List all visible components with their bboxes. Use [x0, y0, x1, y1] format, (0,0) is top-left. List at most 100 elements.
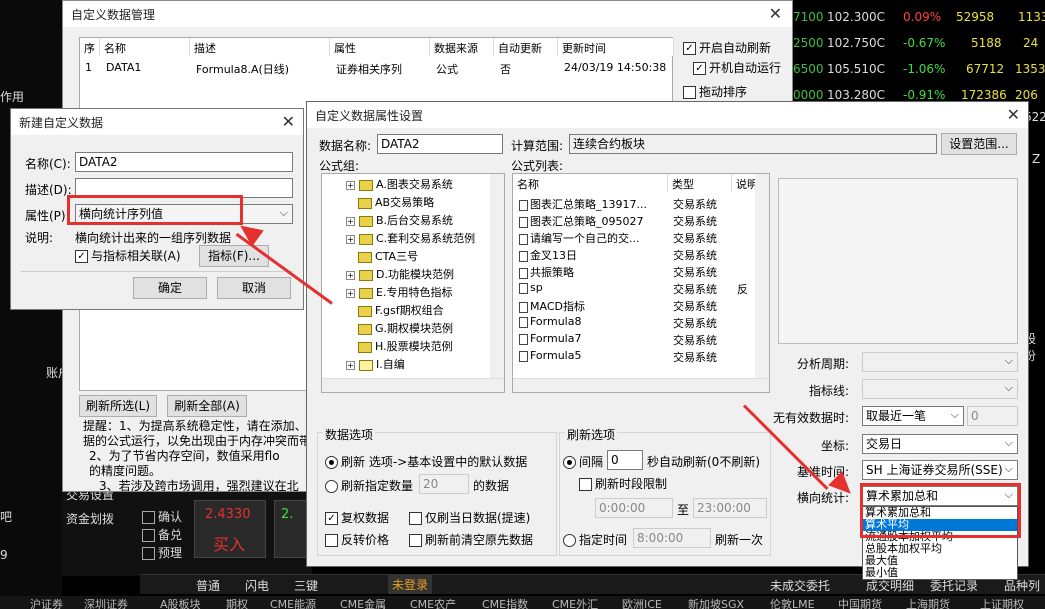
drag-sort-checkbox[interactable]: 拖动排序	[683, 83, 747, 100]
time-from-input[interactable]: 0:00:00	[595, 498, 673, 518]
trade-menu-pre[interactable]: 预理	[142, 544, 182, 561]
market-tab[interactable]: CME农产	[410, 596, 456, 609]
market-tab[interactable]: 沪证券	[30, 596, 63, 609]
list-hscrollbar[interactable]	[513, 378, 769, 392]
tree-item[interactable]: H.股票模块范例	[358, 338, 453, 356]
auto-refresh-checkbox[interactable]: ✓ 开启自动刷新	[683, 39, 771, 56]
auto-run-checkbox[interactable]: ✓ 开机自动运行	[693, 59, 781, 76]
market-tab[interactable]: 深圳证券	[84, 596, 128, 609]
formula-list-row[interactable]: Formula7 交易系统	[513, 330, 757, 347]
close-icon[interactable]: ✕	[282, 112, 295, 131]
period-select[interactable]	[862, 352, 1018, 372]
close-icon[interactable]: ✕	[769, 4, 782, 23]
buy-price-box[interactable]: 2.4330 买入	[194, 500, 266, 558]
col-header-time[interactable]: 更新时间	[558, 38, 674, 56]
close-icon[interactable]: ✕	[1007, 105, 1020, 124]
trade-menu-confirm[interactable]: 确认	[142, 508, 182, 525]
market-tab[interactable]: A股板块	[160, 596, 201, 609]
market-tab[interactable]: CME金属	[340, 596, 386, 609]
login-status[interactable]: 未登录	[388, 575, 433, 594]
market-tab[interactable]: CME指数	[482, 596, 528, 609]
col-header-source[interactable]: 数据来源	[430, 38, 494, 56]
index-line-select[interactable]	[862, 379, 1018, 399]
refresh-selected-button[interactable]: 刷新所选(L)	[79, 395, 157, 417]
fixed-time-input[interactable]: 8:00:00	[633, 528, 711, 548]
fixed-time-radio[interactable]: 指定时间	[563, 531, 627, 548]
reverse-price-checkbox[interactable]: 反转价格	[325, 531, 389, 548]
market-tab[interactable]: CME外汇	[552, 596, 598, 609]
link-index-checkbox[interactable]: ✓ 与指标相关联(A)	[75, 247, 181, 264]
no-valid-select[interactable]: 取最近一笔	[862, 406, 964, 426]
data-name-input[interactable]: DATA2	[377, 134, 503, 154]
list-header-name[interactable]: 名称	[513, 174, 668, 192]
tab-pending-orders[interactable]: 未成交委托	[770, 577, 830, 594]
market-tab[interactable]: 欧洲ICE	[622, 596, 662, 609]
list-vscrollbar[interactable]	[755, 174, 769, 378]
clear-before-checkbox[interactable]: 刷新前清空原先数据	[409, 531, 533, 548]
adjusted-data-checkbox[interactable]: ✓ 复权数据	[325, 509, 389, 526]
col-header-index[interactable]: 序	[80, 38, 100, 56]
trade-menu-cover[interactable]: 备兑	[142, 526, 182, 543]
current-day-checkbox[interactable]: 仅刷当日数据(提速)	[409, 509, 530, 526]
tree-item[interactable]: AB交易策略	[358, 194, 434, 212]
tree-item[interactable]: + B.后台交易系统	[346, 212, 453, 230]
fund-transfer-label[interactable]: 资金划拨	[66, 510, 114, 527]
quote-row[interactable]: 7100 102.300C 0.09% 52958 1133	[793, 10, 1045, 28]
time-to-input[interactable]: 23:00:00	[693, 498, 767, 518]
formula-list-row[interactable]: 共振策略 交易系统	[513, 262, 757, 279]
base-time-select[interactable]: SH 上海证券交易所(SSE)	[862, 460, 1018, 480]
formula-list-row[interactable]: sp 交易系统 反	[513, 279, 757, 296]
table-row[interactable]: 1 DATA1 Formula8.A(日线) 证券相关序列 公式 否 24/03…	[80, 58, 674, 76]
formula-list-row[interactable]: Formula5 交易系统	[513, 347, 757, 364]
market-tab[interactable]: CME能源	[270, 596, 316, 609]
data-name-label: 数据名称:	[319, 139, 372, 153]
stat-option[interactable]: 最小值	[863, 567, 1017, 579]
tree-item[interactable]: CTA三号	[358, 248, 418, 266]
tab-three-key[interactable]: 三键	[294, 577, 318, 594]
formula-list-row[interactable]: MACD指标 交易系统	[513, 296, 757, 313]
col-header-name[interactable]: 名称	[100, 38, 190, 56]
formula-list-row[interactable]: 图表汇总策略_095027 交易系统	[513, 211, 757, 228]
interval-radio[interactable]: 间隔	[563, 453, 603, 470]
tree-item[interactable]: + C.套利交易系统范例	[346, 230, 475, 248]
axis-select[interactable]: 交易日	[862, 434, 1018, 454]
quote-row[interactable]: 6500 105.510C -1.06% 67712 1353	[793, 62, 1045, 80]
tree-item[interactable]: G.期权模块范例	[358, 320, 453, 338]
refresh-count-input[interactable]: 20	[419, 474, 469, 494]
interval-input[interactable]: 0	[607, 450, 643, 470]
market-tab[interactable]: 上证期权	[980, 596, 1024, 609]
tree-hscrollbar[interactable]	[322, 378, 504, 392]
tab-flash[interactable]: 闪电	[245, 577, 269, 594]
col-header-desc[interactable]: 描述	[190, 38, 330, 56]
market-tab[interactable]: 伦敦LME	[770, 596, 815, 609]
formula-list-row[interactable]: 图表汇总策略_13917... 交易系统	[513, 194, 757, 211]
refresh-count-radio[interactable]: 刷新指定数量	[325, 477, 413, 494]
cancel-button[interactable]: 取消	[217, 277, 291, 299]
market-tab[interactable]: 上海期货	[906, 596, 950, 609]
time-to-label: 至	[677, 503, 690, 517]
market-tab[interactable]: 中国期货	[838, 596, 882, 609]
market-tab[interactable]: 新加坡SGX	[688, 596, 744, 609]
name-input[interactable]: DATA2	[75, 152, 293, 172]
ok-button[interactable]: 确定	[133, 277, 207, 299]
no-valid-count[interactable]: 0	[967, 406, 1018, 426]
market-tab[interactable]: 期权	[226, 596, 248, 609]
col-header-attr[interactable]: 属性	[330, 38, 430, 56]
refresh-default-radio[interactable]: 刷新 选项->基本设置中的默认数据	[325, 453, 527, 470]
tree-item[interactable]: + A.图表交易系统	[346, 176, 453, 194]
tree-item[interactable]: + D.功能模块范例	[346, 266, 454, 284]
list-header-type[interactable]: 类型	[668, 174, 732, 192]
tab-normal[interactable]: 普通	[196, 577, 220, 594]
refresh-all-button[interactable]: 刷新全部(A)	[167, 395, 247, 417]
formula-list-row[interactable]: Formula8 交易系统	[513, 313, 757, 330]
quote-row[interactable]: 2500 102.750C -0.67% 5188 24	[793, 36, 1045, 54]
formula-list-row[interactable]: 金叉13日 交易系统	[513, 245, 757, 262]
tree-item[interactable]: + I.自编	[346, 356, 405, 374]
formula-list-row[interactable]: 请编写一个自己的交... 交易系统	[513, 228, 757, 245]
tree-item[interactable]: F.gsf期权组合	[358, 302, 444, 320]
tree-item[interactable]: + E.专用特色指标	[346, 284, 452, 302]
set-range-button[interactable]: 设置范围...	[941, 133, 1017, 155]
tree-vscrollbar[interactable]	[490, 174, 504, 378]
col-header-auto[interactable]: 自动更新	[494, 38, 558, 56]
time-limit-checkbox[interactable]: 刷新时段限制	[579, 475, 667, 492]
